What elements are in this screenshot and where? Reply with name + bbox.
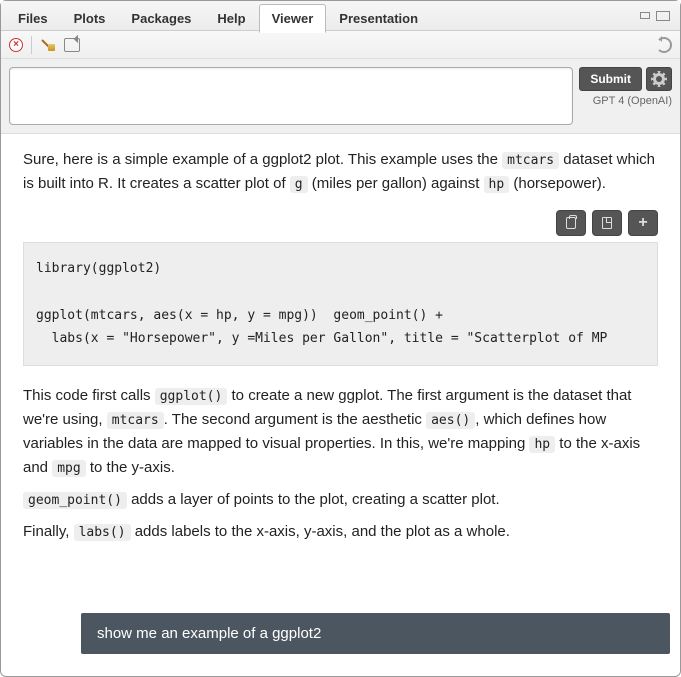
refresh-icon[interactable] <box>656 37 672 53</box>
inline-code: mpg <box>52 460 85 477</box>
settings-button[interactable] <box>646 67 672 91</box>
separator <box>31 36 32 54</box>
assistant-paragraph: This code first calls ggplot() to create… <box>23 384 658 480</box>
tab-plots[interactable]: Plots <box>61 4 119 32</box>
tab-packages[interactable]: Packages <box>118 4 204 32</box>
insert-code-button[interactable]: + <box>628 210 658 236</box>
popout-icon[interactable] <box>64 38 80 52</box>
document-icon <box>602 217 612 229</box>
text: This code first calls <box>23 387 155 404</box>
inline-code: labs() <box>74 524 131 541</box>
inline-code: aes() <box>426 412 475 429</box>
inline-code: mtcars <box>107 412 164 429</box>
stop-icon[interactable]: × <box>9 38 23 52</box>
clipboard-icon <box>566 217 576 229</box>
inline-code: ggplot() <box>155 388 228 405</box>
maximize-pane-icon[interactable] <box>656 11 670 21</box>
assistant-paragraph: Sure, here is a simple example of a ggpl… <box>23 148 658 196</box>
plus-icon: + <box>638 215 647 231</box>
text: . The second argument is the aesthetic <box>164 411 426 428</box>
user-message-bubble: show me an example of a ggplot2 <box>81 613 670 654</box>
minimize-pane-icon[interactable] <box>640 12 650 19</box>
tab-viewer[interactable]: Viewer <box>259 4 327 33</box>
viewer-toolbar: × <box>1 31 680 59</box>
text: to the y-axis. <box>86 459 175 476</box>
assistant-paragraph: Finally, labs() adds labels to the x-axi… <box>23 520 658 544</box>
model-label: GPT 4 (OpenAI) <box>593 95 672 107</box>
text: adds a layer of points to the plot, crea… <box>127 491 500 508</box>
assistant-paragraph: geom_point() adds a layer of points to t… <box>23 488 658 512</box>
tab-presentation[interactable]: Presentation <box>326 4 431 32</box>
text: (miles per gallon) against <box>308 175 484 192</box>
chat-input[interactable] <box>9 67 573 125</box>
user-message-row: show me an example of a ggplot2 <box>1 601 680 666</box>
inline-code: hp <box>484 176 510 193</box>
gear-icon <box>653 73 665 85</box>
copy-code-button[interactable] <box>556 210 586 236</box>
chat-content: Sure, here is a simple example of a ggpl… <box>1 134 680 601</box>
text: Sure, here is a simple example of a ggpl… <box>23 151 502 168</box>
text: adds labels to the x-axis, y-axis, and t… <box>131 523 510 540</box>
tab-files[interactable]: Files <box>5 4 61 32</box>
tab-help[interactable]: Help <box>204 4 258 32</box>
inline-code: hp <box>529 436 555 453</box>
inline-code: geom_point() <box>23 492 127 509</box>
code-block[interactable]: library(ggplot2) ggplot(mtcars, aes(x = … <box>23 242 658 366</box>
text: Finally, <box>23 523 74 540</box>
clear-icon[interactable] <box>40 37 56 53</box>
inline-code: mtcars <box>502 152 559 169</box>
code-actions: + <box>23 210 658 236</box>
text: (horsepower). <box>509 175 606 192</box>
chat-input-row: Submit GPT 4 (OpenAI) <box>1 59 680 134</box>
new-doc-button[interactable] <box>592 210 622 236</box>
pane-tabs: Files Plots Packages Help Viewer Present… <box>1 1 680 31</box>
submit-button[interactable]: Submit <box>579 67 642 91</box>
inline-code: g <box>290 176 308 193</box>
